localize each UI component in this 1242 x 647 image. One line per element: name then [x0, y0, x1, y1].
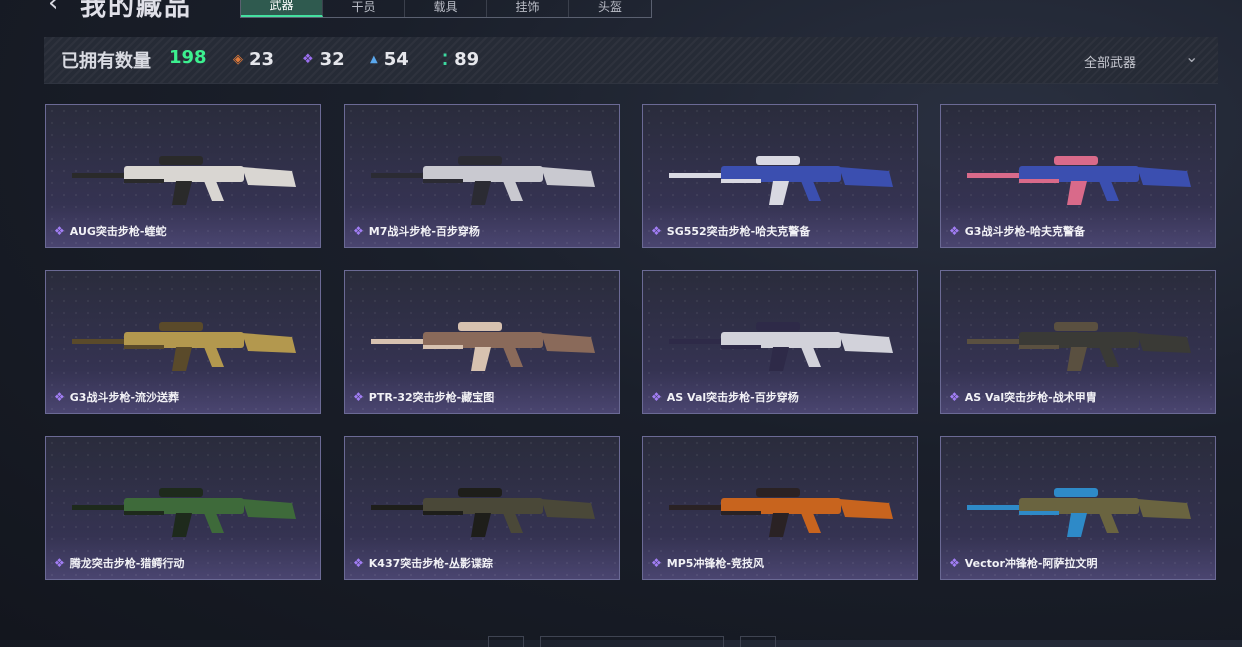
- owned-label: 已拥有数量: [61, 51, 151, 72]
- rifle-icon: [967, 156, 1191, 205]
- weapon-card[interactable]: ❖ M7战斗步枪-百步穿杨: [344, 104, 620, 248]
- weapon-card[interactable]: ❖ AS Val突击步枪-战术甲胄: [940, 270, 1216, 414]
- weapon-name: 腾龙突击步枪-猎鳄行动: [69, 557, 185, 570]
- owned-count: 198: [169, 47, 207, 68]
- tab-vehicles[interactable]: 载具: [405, 0, 487, 17]
- green-dots-icon: ⁚: [442, 50, 449, 69]
- tab-charms[interactable]: 挂饰: [487, 0, 569, 17]
- weapon-filter-dropdown[interactable]: 全部武器: [1084, 52, 1136, 71]
- weapon-label: ❖ G3战斗步枪-流沙送葬: [54, 389, 179, 405]
- purple-diamond-icon: ❖: [54, 390, 65, 404]
- weapon-card[interactable]: ❖ AS Val突击步枪-百步穿杨: [642, 270, 918, 414]
- category-tabs: 武器 干员 载具 挂饰 头盔: [240, 0, 652, 18]
- weapon-label: ❖ Vector冲锋枪-阿萨拉文明: [949, 555, 1097, 571]
- rarity-count-purple: ❖ 32: [302, 49, 345, 70]
- blue-triangle-icon: ▲: [370, 54, 378, 65]
- weapon-label: ❖ M7战斗步枪-百步穿杨: [353, 223, 480, 239]
- chevron-down-icon[interactable]: ⌄: [1185, 47, 1198, 66]
- purple-diamond-icon: ❖: [353, 390, 364, 404]
- stats-bar: 已拥有数量 198 ◈ 23 ❖ 32 ▲ 54 ⁚ 89 全部武器 ⌄: [44, 37, 1218, 84]
- weapon-name: M7战斗步枪-百步穿杨: [368, 225, 480, 238]
- weapon-card[interactable]: ❖ PTR-32突击步枪-藏宝图: [344, 270, 620, 414]
- weapon-name: AUG突击步枪-蝰蛇: [69, 225, 167, 238]
- tab-operators[interactable]: 干员: [323, 0, 405, 17]
- rifle-icon: [72, 156, 296, 205]
- weapon-label: ❖ AUG突击步枪-蝰蛇: [54, 223, 166, 239]
- purple-diamond-icon: ❖: [651, 556, 662, 570]
- purple-diamond-icon: ❖: [353, 556, 364, 570]
- rifle-icon: [371, 156, 595, 205]
- rifle-icon: [967, 488, 1191, 537]
- rifle-icon: [371, 488, 595, 537]
- rifle-icon: [72, 488, 296, 537]
- weapon-card[interactable]: ❖ G3战斗步枪-流沙送葬: [45, 270, 321, 414]
- tab-weapons[interactable]: 武器: [241, 0, 323, 17]
- weapon-name: Vector冲锋枪-阿萨拉文明: [964, 557, 1098, 570]
- weapon-label: ❖ SG552突击步枪-哈夫克警备: [651, 223, 810, 239]
- rifle-icon: [371, 322, 595, 371]
- weapon-name: MP5冲锋枪-竞技风: [666, 557, 764, 570]
- rifle-icon: [967, 322, 1191, 371]
- weapon-name: AS Val突击步枪-战术甲胄: [964, 391, 1097, 404]
- weapon-label: ❖ 腾龙突击步枪-猎鳄行动: [54, 555, 184, 571]
- rarity-count: 54: [383, 49, 409, 70]
- purple-diamond-icon: ❖: [949, 390, 960, 404]
- rarity-count-blue: ▲ 54: [370, 49, 409, 70]
- weapon-card[interactable]: ❖ 腾龙突击步枪-猎鳄行动: [45, 436, 321, 580]
- purple-diamond-icon: ❖: [651, 224, 662, 238]
- top-bar: ‹ 我的藏品 武器 干员 载具 挂饰 头盔: [0, 0, 1242, 22]
- weapon-name: SG552突击步枪-哈夫克警备: [666, 225, 811, 238]
- weapon-name: G3战斗步枪-哈夫克警备: [964, 225, 1086, 238]
- pager-indicator: [540, 636, 724, 647]
- weapon-card[interactable]: ❖ MP5冲锋枪-竞技风: [642, 436, 918, 580]
- pager-prev[interactable]: [488, 636, 524, 647]
- rifle-icon: [669, 156, 893, 205]
- weapon-name: K437突击步枪-丛影谍踪: [368, 557, 493, 570]
- page-title: 我的藏品: [80, 0, 193, 22]
- purple-diamond-icon: ❖: [54, 556, 65, 570]
- purple-diamond-icon: ❖: [949, 556, 960, 570]
- pager-next[interactable]: [740, 636, 776, 647]
- rarity-count-green: ⁚ 89: [442, 49, 479, 70]
- purple-diamond-icon: ❖: [302, 52, 314, 67]
- weapon-label: ❖ MP5冲锋枪-竞技风: [651, 555, 764, 571]
- chevron-left-icon[interactable]: ‹: [48, 0, 58, 18]
- weapon-label: ❖ G3战斗步枪-哈夫克警备: [949, 223, 1085, 239]
- weapon-label: ❖ K437突击步枪-丛影谍踪: [353, 555, 493, 571]
- purple-diamond-icon: ❖: [949, 224, 960, 238]
- rarity-count: 32: [319, 49, 345, 70]
- rifle-icon: [669, 488, 893, 537]
- purple-diamond-icon: ❖: [54, 224, 65, 238]
- weapon-card[interactable]: ❖ Vector冲锋枪-阿萨拉文明: [940, 436, 1216, 580]
- tab-helmets[interactable]: 头盔: [569, 0, 651, 17]
- rarity-count-orange: ◈ 23: [233, 49, 274, 70]
- weapon-card[interactable]: ❖ AUG突击步枪-蝰蛇: [45, 104, 321, 248]
- rifle-icon: [669, 322, 893, 371]
- weapon-name: AS Val突击步枪-百步穿杨: [666, 391, 799, 404]
- rifle-icon: [72, 322, 296, 371]
- weapon-label: ❖ PTR-32突击步枪-藏宝图: [353, 389, 494, 405]
- weapon-card[interactable]: ❖ K437突击步枪-丛影谍踪: [344, 436, 620, 580]
- purple-diamond-icon: ❖: [651, 390, 662, 404]
- rarity-count: 23: [249, 49, 275, 70]
- weapon-label: ❖ AS Val突击步枪-战术甲胄: [949, 389, 1097, 405]
- rarity-count: 89: [454, 49, 480, 70]
- weapon-card[interactable]: ❖ G3战斗步枪-哈夫克警备: [940, 104, 1216, 248]
- purple-diamond-icon: ❖: [353, 224, 364, 238]
- weapon-card[interactable]: ❖ SG552突击步枪-哈夫克警备: [642, 104, 918, 248]
- orange-diamond-icon: ◈: [233, 52, 243, 67]
- weapon-label: ❖ AS Val突击步枪-百步穿杨: [651, 389, 799, 405]
- weapon-name: G3战斗步枪-流沙送葬: [69, 391, 180, 404]
- weapon-name: PTR-32突击步枪-藏宝图: [368, 391, 495, 404]
